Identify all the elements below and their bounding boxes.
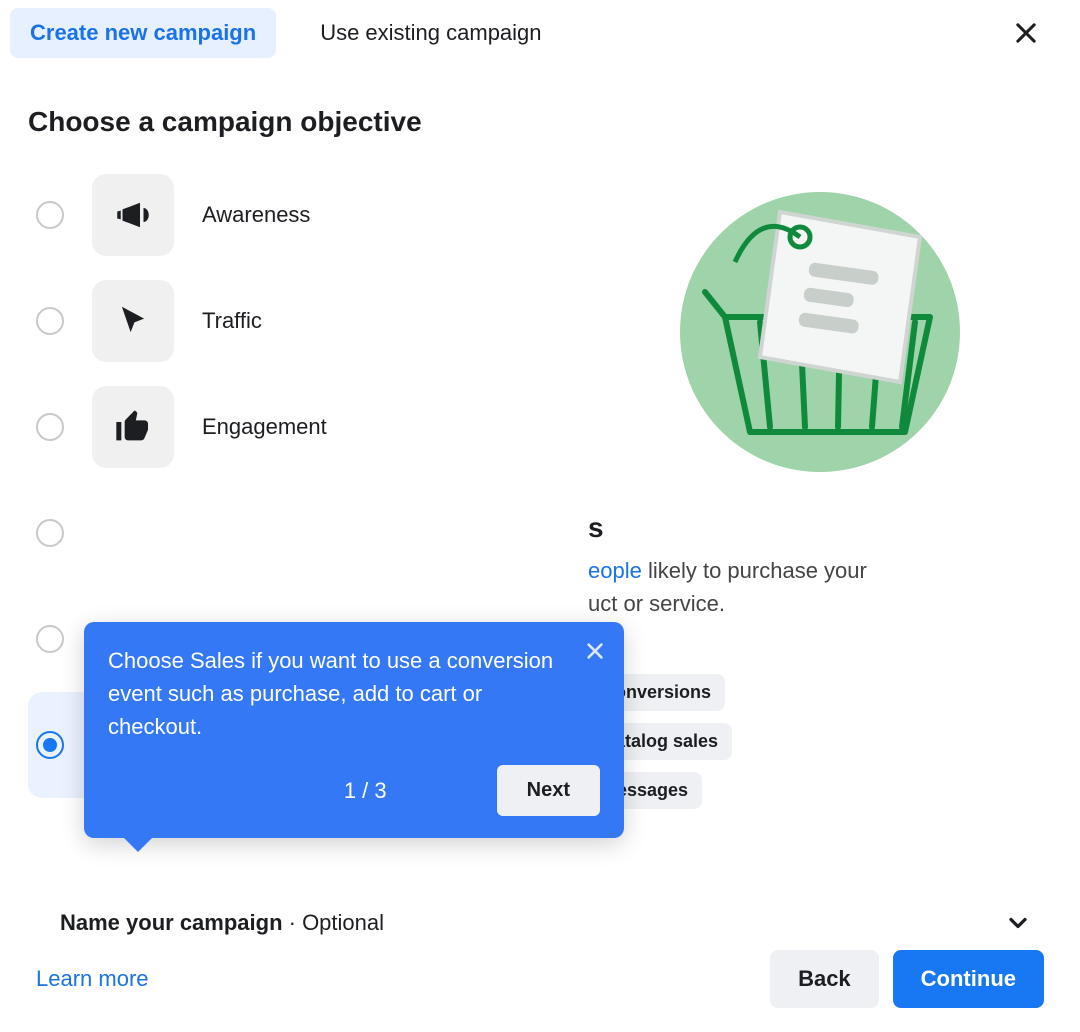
objective-engagement[interactable]: Engagement <box>28 374 548 480</box>
header-tabs: Create new campaign Use existing campaig… <box>0 0 1080 66</box>
objective-label: Awareness <box>202 202 310 228</box>
detail-heading: s <box>588 512 1052 544</box>
good-for-chips: Conversions Catalog sales Messages <box>588 674 1052 809</box>
continue-button[interactable]: Continue <box>893 950 1044 1008</box>
tab-use-existing-campaign[interactable]: Use existing campaign <box>300 8 561 58</box>
radio-awareness[interactable] <box>36 201 64 229</box>
objective-label: Traffic <box>202 308 262 334</box>
radio-engagement[interactable] <box>36 413 64 441</box>
section-title: Choose a campaign objective <box>0 66 1080 162</box>
objective-detail-panel: s eople likely to purchase your uct or s… <box>588 162 1052 809</box>
dialog-footer: Learn more Back Continue <box>0 950 1080 1008</box>
radio-traffic[interactable] <box>36 307 64 335</box>
objective-label: Engagement <box>202 414 327 440</box>
thumbs-up-icon <box>92 386 174 468</box>
sales-illustration <box>670 182 970 482</box>
objective-awareness[interactable]: Awareness <box>28 162 548 268</box>
radio-hidden-2[interactable] <box>36 625 64 653</box>
radio-hidden-1[interactable] <box>36 519 64 547</box>
cursor-icon <box>92 280 174 362</box>
good-for-label: for: <box>588 634 1052 660</box>
close-icon <box>584 640 606 662</box>
accordion-title: Name your campaign · Optional <box>60 910 384 936</box>
objective-hidden-1[interactable] <box>28 480 548 586</box>
tooltip-next-button[interactable]: Next <box>497 765 600 816</box>
tooltip-step-counter: 1 / 3 <box>344 778 387 804</box>
megaphone-icon <box>92 174 174 256</box>
onboarding-tooltip: Choose Sales if you want to use a conver… <box>84 622 624 838</box>
tab-create-new-campaign[interactable]: Create new campaign <box>10 8 276 58</box>
tooltip-text: Choose Sales if you want to use a conver… <box>108 644 600 743</box>
detail-description: eople likely to purchase your uct or ser… <box>588 554 1052 620</box>
learn-more-link[interactable]: Learn more <box>36 966 149 992</box>
description-link-fragment: eople <box>588 558 642 583</box>
back-button[interactable]: Back <box>770 950 879 1008</box>
close-icon <box>1012 19 1040 47</box>
radio-sales[interactable] <box>36 731 64 759</box>
objective-traffic[interactable]: Traffic <box>28 268 548 374</box>
close-button[interactable] <box>1004 11 1048 55</box>
tooltip-close-button[interactable] <box>584 640 606 667</box>
chevron-down-icon <box>1004 909 1032 937</box>
